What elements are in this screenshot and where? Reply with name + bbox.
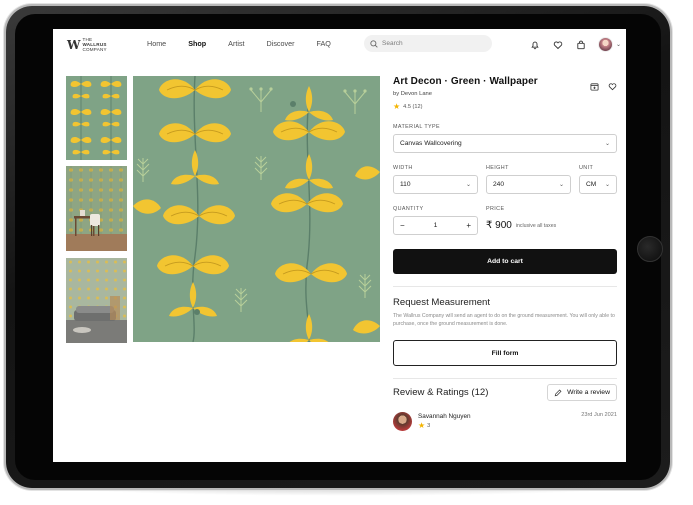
price-label: PRICE — [486, 206, 505, 212]
product-main-image[interactable] — [133, 76, 380, 342]
logo-mark: W — [67, 37, 81, 52]
review-date: 23rd Jun 2021 — [581, 412, 617, 418]
material-select[interactable]: Canvas Wallcovering ⌄ — [393, 134, 617, 153]
material-label: MATERIAL TYPE — [393, 124, 441, 130]
nav-link-discover[interactable]: Discover — [267, 39, 295, 48]
width-value: 110 — [400, 181, 411, 188]
quantity-group: QUANTITY − 1 + — [393, 206, 478, 235]
unit-group: UNIT CM ⌄ — [579, 165, 617, 194]
account-menu[interactable]: ⌄ — [598, 37, 621, 52]
product-rating: ★ 4.5 (12) — [393, 103, 617, 111]
reviewer-name: Savannah Nguyen — [418, 413, 471, 420]
rating-text: 4.5 (12) — [403, 104, 423, 110]
write-review-button[interactable]: Write a review — [547, 384, 617, 401]
purchase-row: QUANTITY − 1 + PRICE ₹ 900 inclusive all… — [393, 206, 617, 235]
measurement-heading: Request Measurement — [393, 297, 491, 308]
nav-actions: ⌄ — [529, 37, 621, 52]
reviewer-avatar — [393, 412, 412, 431]
material-value: Canvas Wallcovering — [400, 140, 462, 147]
gallery-thumb-3[interactable] — [66, 258, 127, 343]
product-actions — [590, 78, 617, 96]
logo-line-3: COMPANY — [82, 47, 107, 52]
bell-icon[interactable] — [529, 39, 540, 50]
unit-value: CM — [586, 181, 597, 188]
star-icon: ★ — [393, 102, 401, 111]
height-group: HEIGHT 240 ⌄ — [486, 165, 571, 194]
nav-link-artist[interactable]: Artist — [228, 39, 244, 48]
gallery-thumb-1[interactable] — [66, 76, 127, 160]
price: ₹ 900 inclusive all taxes — [486, 216, 556, 235]
chevron-down-icon: ⌄ — [604, 182, 610, 188]
increment-button[interactable]: + — [466, 221, 471, 230]
top-nav: W THE WALLRUS COMPANY Home Shop Artist D… — [53, 29, 626, 59]
price-note: inclusive all taxes — [515, 222, 557, 229]
chevron-down-icon: ⌄ — [558, 182, 564, 188]
width-label: WIDTH — [393, 165, 413, 171]
dimension-row: WIDTH 110 ⌄ HEIGHT 240 ⌄ UNIT CM ⌄ — [393, 165, 617, 194]
price-group: PRICE ₹ 900 inclusive all taxes — [486, 206, 556, 235]
nav-link-home[interactable]: Home — [147, 39, 166, 48]
wishlist-heart-icon[interactable] — [608, 78, 617, 96]
logo-text: THE WALLRUS COMPANY — [82, 37, 106, 52]
height-label: HEIGHT — [486, 165, 509, 171]
unit-label: UNIT — [579, 165, 594, 171]
chevron-down-icon: ⌄ — [604, 141, 610, 147]
product-title: Art Decon · Green · Wallpaper — [393, 76, 538, 87]
artist-byline: by Devon Lane — [393, 91, 432, 97]
write-review-label: Write a review — [567, 389, 610, 396]
divider — [393, 286, 617, 287]
width-select[interactable]: 110 ⌄ — [393, 175, 478, 194]
add-to-cart-button[interactable]: Add to cart — [393, 249, 617, 274]
avatar — [598, 37, 613, 52]
heart-icon[interactable] — [552, 39, 563, 50]
product-details: Art Decon · Green · Wallpaper by Devon L… — [393, 76, 617, 431]
width-group: WIDTH 110 ⌄ — [393, 165, 478, 194]
brand-logo[interactable]: W THE WALLRUS COMPANY — [67, 37, 107, 52]
pencil-icon — [554, 389, 562, 396]
reviewer-rating-value: 3 — [427, 423, 431, 429]
height-select[interactable]: 240 ⌄ — [486, 175, 571, 194]
reviewer-rating: ★ 3 — [418, 422, 471, 430]
unit-select[interactable]: CM ⌄ — [579, 175, 617, 194]
gallery-thumb-2[interactable] — [66, 166, 127, 251]
chevron-down-icon: ⌄ — [616, 42, 622, 48]
quantity-label: QUANTITY — [393, 206, 424, 212]
bag-icon[interactable] — [575, 39, 586, 50]
height-value: 240 — [493, 181, 505, 188]
search-input[interactable] — [382, 40, 482, 47]
tablet-home-button — [637, 236, 663, 262]
reviewer-info: Savannah Nguyen ★ 3 — [418, 413, 471, 430]
divider — [393, 378, 617, 379]
star-icon: ★ — [418, 421, 426, 430]
screen: W THE WALLRUS COMPANY Home Shop Artist D… — [53, 29, 626, 462]
reviews-header: Review & Ratings (12) Write a review — [393, 384, 617, 401]
price-value: ₹ 900 — [486, 220, 512, 231]
measurement-description: The Wallrus Company will send an agent t… — [393, 313, 615, 327]
nav-links: Home Shop Artist Discover FAQ — [147, 39, 353, 48]
save-to-board-icon[interactable] — [590, 78, 599, 96]
quantity-value[interactable]: 1 — [434, 222, 438, 229]
nav-link-faq[interactable]: FAQ — [317, 39, 331, 48]
reviewer: Savannah Nguyen ★ 3 — [393, 412, 471, 431]
nav-link-shop[interactable]: Shop — [188, 39, 206, 48]
decrement-button[interactable]: − — [400, 221, 405, 230]
quantity-stepper: − 1 + — [393, 216, 478, 235]
chevron-down-icon: ⌄ — [465, 182, 471, 188]
fill-form-button[interactable]: Fill form — [393, 340, 617, 366]
review-item: Savannah Nguyen ★ 3 23rd Jun 2021 — [393, 412, 617, 431]
reviews-heading: Review & Ratings (12) — [393, 387, 489, 398]
search-bar[interactable] — [364, 35, 492, 52]
search-icon — [370, 39, 378, 48]
